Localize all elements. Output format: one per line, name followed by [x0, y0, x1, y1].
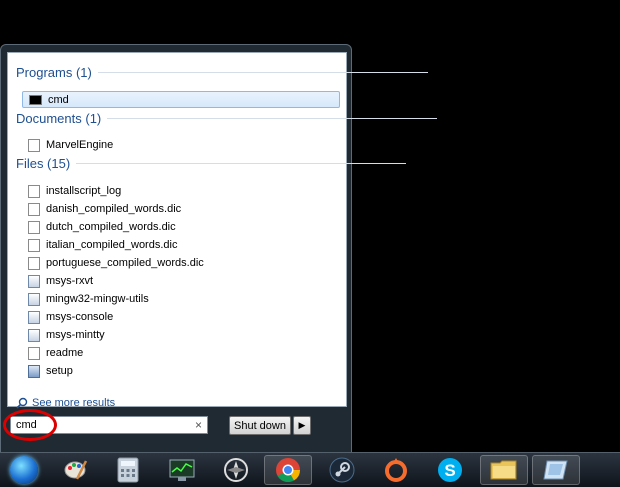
shut-down-button[interactable]: Shut down: [229, 416, 291, 435]
taskbar-origin[interactable]: [372, 455, 420, 485]
taskbar: S: [0, 452, 620, 487]
document-icon: [28, 238, 40, 252]
clear-search-icon[interactable]: ×: [195, 418, 202, 432]
taskbar-media-player[interactable]: [212, 455, 260, 485]
search-icon: [16, 397, 28, 409]
document-icon: [28, 202, 40, 216]
see-more-label: See more results: [32, 397, 116, 409]
result-item-msys-rxvt[interactable]: msys-rxvt: [28, 272, 338, 290]
result-item-label: msys-rxvt: [46, 275, 94, 287]
group-header-label: Documents (1): [16, 110, 102, 126]
group-header-programs[interactable]: Programs (1): [16, 63, 428, 81]
result-item-readme[interactable]: readme: [28, 344, 338, 362]
start-orb-icon: [10, 456, 38, 484]
system-monitor-icon: [169, 459, 195, 481]
result-item-label: readme: [46, 347, 84, 359]
taskbar-steam[interactable]: [318, 455, 366, 485]
steam-icon: [329, 457, 355, 483]
result-item-danish-dic[interactable]: danish_compiled_words.dic: [28, 200, 338, 218]
result-item-label: italian_compiled_words.dic: [46, 239, 178, 251]
divider: [76, 162, 407, 164]
group-header-label: Programs (1): [16, 64, 92, 80]
application-icon: [28, 274, 40, 288]
command-prompt-icon: [29, 94, 42, 105]
start-button[interactable]: [0, 455, 48, 485]
result-item-msys-console[interactable]: msys-console: [28, 308, 338, 326]
setup-icon: [28, 364, 40, 378]
highlight-annotation-circle: [3, 409, 57, 441]
result-item-label: mingw32-mingw-utils: [46, 293, 149, 305]
origin-icon: [385, 458, 407, 482]
document-icon: [28, 138, 40, 152]
result-item-marvelengine[interactable]: MarvelEngine: [28, 136, 338, 154]
svg-text:S: S: [444, 461, 455, 480]
divider: [97, 71, 428, 73]
paint-icon: [64, 460, 88, 480]
start-menu: Programs (1) cmd Documents (1) MarvelEng…: [0, 44, 438, 454]
result-item-label: msys-console: [46, 311, 114, 323]
result-item-msys-mintty[interactable]: msys-mintty: [28, 326, 338, 344]
result-item-dutch-dic[interactable]: dutch_compiled_words.dic: [28, 218, 338, 236]
result-item-label: installscript_log: [46, 185, 122, 197]
application-icon: [28, 328, 40, 342]
chrome-icon: [276, 458, 300, 483]
media-player-icon: [224, 458, 248, 482]
result-item-portuguese-dic[interactable]: portuguese_compiled_words.dic: [28, 254, 338, 272]
group-header-documents[interactable]: Documents (1): [16, 109, 438, 127]
application-icon: [28, 292, 40, 306]
document-icon: [28, 256, 40, 270]
result-item-italian-dic[interactable]: italian_compiled_words.dic: [28, 236, 338, 254]
group-header-files[interactable]: Files (15): [16, 154, 407, 172]
shut-down-options-button[interactable]: ▶: [293, 416, 311, 435]
divider: [107, 117, 438, 119]
taskbar-calculator[interactable]: [104, 455, 152, 485]
result-item-cmd[interactable]: cmd: [22, 91, 340, 108]
document-icon: [28, 220, 40, 234]
file-explorer-icon: [490, 460, 517, 480]
result-item-installscript-log[interactable]: installscript_log: [28, 182, 338, 200]
result-item-label: MarvelEngine: [46, 139, 114, 151]
skype-icon: S: [438, 458, 462, 482]
calculator-icon: [117, 457, 139, 483]
search-results-panel: Programs (1) cmd Documents (1) MarvelEng…: [7, 52, 438, 409]
taskbar-paint[interactable]: [52, 455, 100, 485]
group-header-label: Files (15): [16, 155, 71, 171]
result-item-label: danish_compiled_words.dic: [46, 203, 182, 215]
result-item-label: setup: [46, 365, 73, 377]
taskbar-file-explorer[interactable]: [480, 455, 528, 485]
taskbar-skype[interactable]: S: [426, 455, 474, 485]
taskbar-chrome[interactable]: [264, 455, 312, 485]
result-item-label: portuguese_compiled_words.dic: [46, 257, 204, 269]
taskbar-generic-app[interactable]: [532, 455, 580, 485]
application-icon: [28, 310, 40, 324]
result-item-label: dutch_compiled_words.dic: [46, 221, 176, 233]
result-item-setup[interactable]: setup: [28, 362, 338, 380]
result-item-mingw32-utils[interactable]: mingw32-mingw-utils: [28, 290, 338, 308]
result-item-label: cmd: [48, 93, 69, 106]
taskbar-system-monitor[interactable]: [158, 455, 206, 485]
document-icon: [28, 346, 40, 360]
generic-app-icon: [543, 460, 568, 480]
result-item-label: msys-mintty: [46, 329, 105, 341]
document-icon: [28, 184, 40, 198]
